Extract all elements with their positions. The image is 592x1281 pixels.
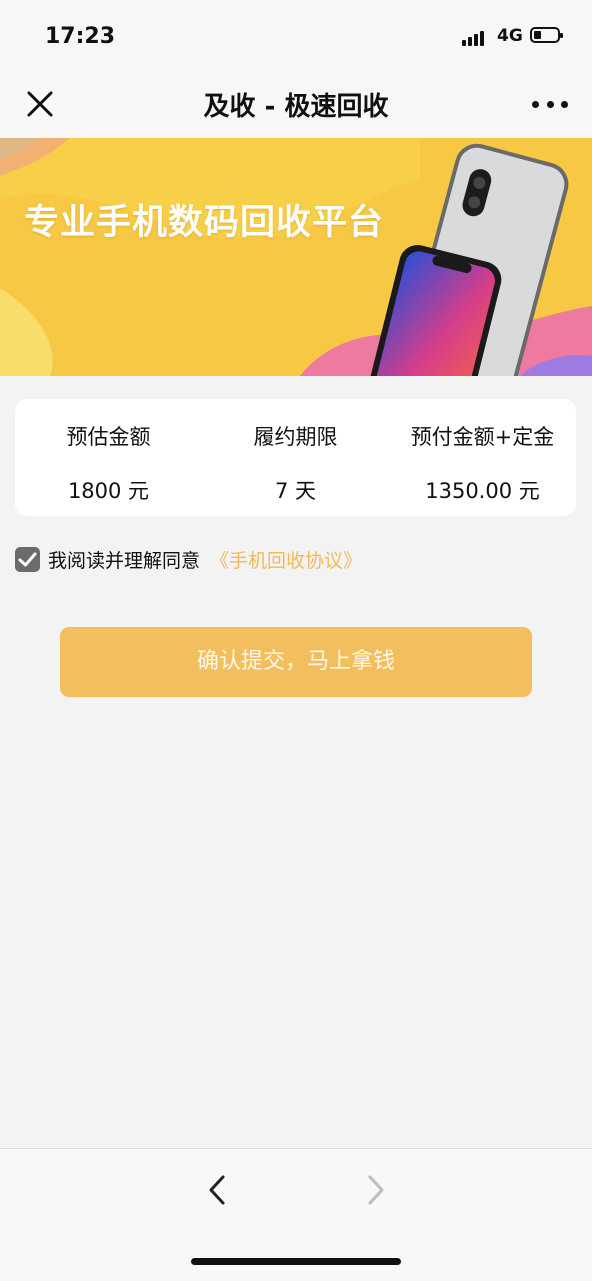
banner-slogan: 专业手机数码回收平台 <box>24 203 385 243</box>
summary-value: 1800 元 <box>67 479 150 503</box>
battery-icon <box>530 27 563 43</box>
status-time: 17:23 <box>45 24 116 49</box>
summary-label: 履约期限 <box>253 425 338 449</box>
summary-value: 7 天 <box>274 479 317 503</box>
summary-item-estimate: 预估金额 1800 元 <box>15 399 202 516</box>
submit-button[interactable]: 确认提交，马上拿钱 <box>60 627 532 697</box>
agreement-row: 我阅读并理解同意 《手机回收协议》 <box>15 545 362 573</box>
network-label: 4G <box>497 26 523 46</box>
status-bar: 17:23 4G <box>0 0 592 72</box>
signal-icon <box>462 30 490 46</box>
summary-item-prepay: 预付金额+定金 1350.00 元 <box>389 399 576 516</box>
chevron-left-icon[interactable] <box>203 1173 233 1207</box>
summary-label: 预估金额 <box>66 425 151 449</box>
summary-card: 预估金额 1800 元 履约期限 7 天 预付金额+定金 1350.00 元 <box>15 399 576 516</box>
chevron-right-icon[interactable] <box>360 1173 390 1207</box>
banner-illustration <box>0 138 592 376</box>
agreement-checkbox[interactable] <box>15 546 40 572</box>
home-indicator <box>191 1258 401 1265</box>
checkmark-icon <box>18 552 37 566</box>
agreement-link[interactable]: 《手机回收协议》 <box>210 546 362 573</box>
summary-value: 1350.00 元 <box>425 479 540 503</box>
summary-item-term: 履约期限 7 天 <box>202 399 389 516</box>
agreement-text: 我阅读并理解同意 <box>48 549 201 572</box>
summary-label: 预付金额+定金 <box>410 425 555 449</box>
navigation-bar: 及收 - 极速回收 <box>0 72 592 138</box>
more-icon[interactable] <box>532 98 568 110</box>
promo-banner: 专业手机数码回收平台 <box>0 138 592 376</box>
page-title: 及收 - 极速回收 <box>203 92 389 122</box>
